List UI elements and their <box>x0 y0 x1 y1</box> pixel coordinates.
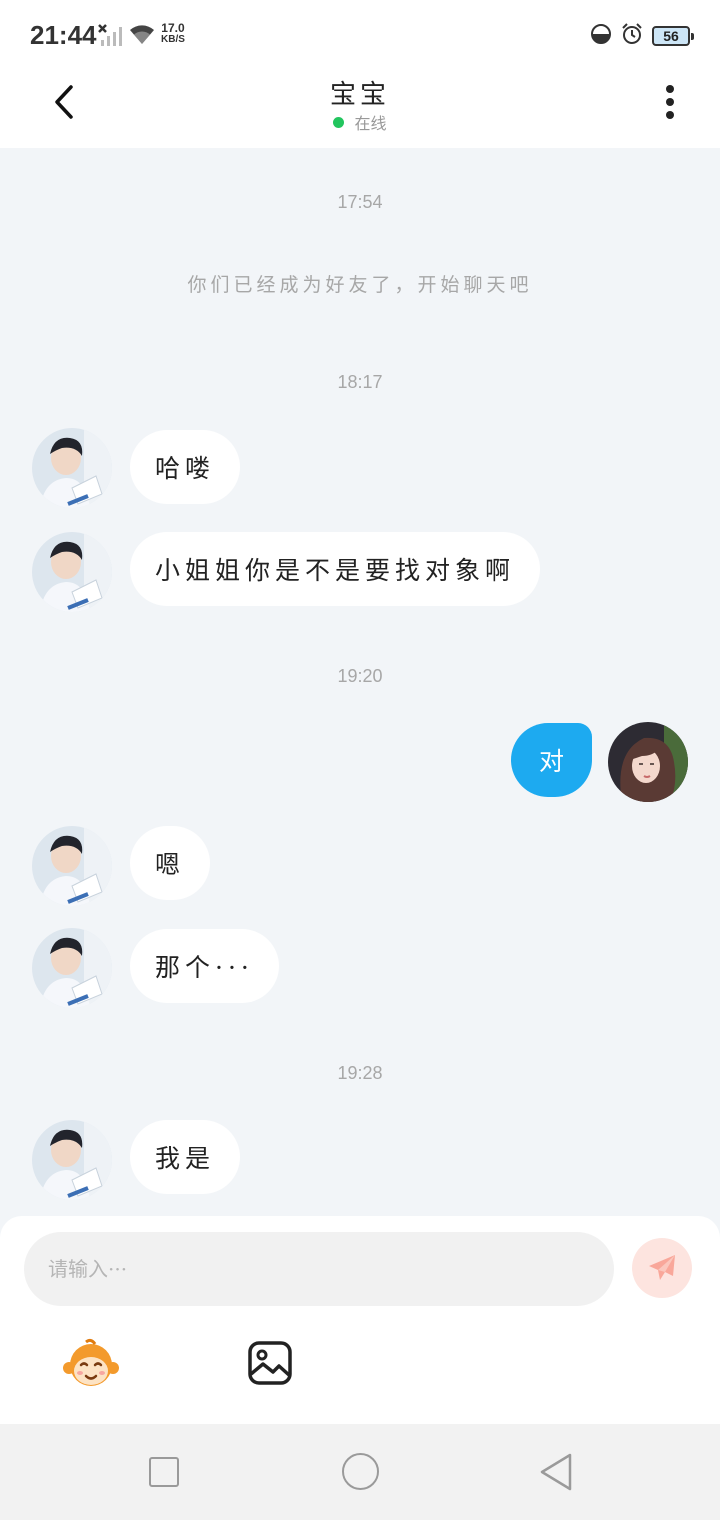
monkey-emoji-icon <box>63 1338 119 1386</box>
contact-status: 在线 <box>0 110 720 134</box>
status-bar: 21:44 17.0 KB/S 56 <box>0 0 720 72</box>
sent-message-bubble[interactable]: 对 <box>511 723 592 797</box>
timestamp: 17:54 <box>337 192 383 212</box>
chat-messages-area[interactable]: 17:54 你们已经成为好友了，开始聊天吧 18:17 哈喽 小姐姐你是不是要找 <box>0 148 720 1216</box>
received-message-bubble[interactable]: 嗯 <box>130 826 211 900</box>
home-circle-icon[interactable] <box>342 1453 379 1490</box>
received-message-bubble[interactable]: 那个··· <box>130 929 279 1003</box>
online-status-dot <box>333 116 345 128</box>
send-paper-plane-icon <box>649 1255 675 1280</box>
message-input-panel <box>0 1216 720 1424</box>
contact-name: 宝宝 <box>329 80 390 110</box>
received-message-bubble[interactable]: 我是 <box>130 1120 241 1194</box>
contact-avatar[interactable] <box>32 532 112 612</box>
message-text: 对 <box>538 747 564 776</box>
battery-level: 56 <box>663 28 679 44</box>
contact-avatar[interactable] <box>32 826 112 906</box>
no-signal-icon <box>98 24 124 52</box>
more-dots-icon <box>666 85 674 119</box>
wifi-icon <box>128 24 156 50</box>
message-input[interactable] <box>24 1232 614 1306</box>
back-triangle-icon[interactable] <box>538 1452 574 1492</box>
online-status-text: 在线 <box>354 114 387 133</box>
system-message: 你们已经成为好友了，开始聊天吧 <box>187 274 533 296</box>
received-message-bubble[interactable]: 哈喽 <box>130 430 241 504</box>
message-text: 我是 <box>155 1144 216 1173</box>
alarm-icon <box>620 22 644 50</box>
recent-apps-square-icon[interactable] <box>149 1457 179 1487</box>
battery-icon: 56 <box>652 26 694 46</box>
image-picker-button[interactable] <box>247 1340 293 1386</box>
status-right-group: 56 <box>590 22 694 50</box>
system-navigation-bar <box>0 1424 720 1520</box>
quiet-mode-icon <box>590 23 612 49</box>
timestamp: 18:17 <box>337 372 383 392</box>
image-icon <box>248 1341 292 1385</box>
timestamp: 19:20 <box>337 666 383 686</box>
network-speed: 17.0 KB/S <box>161 22 185 46</box>
network-speed-value: 17.0 <box>161 21 185 35</box>
contact-avatar[interactable] <box>32 428 112 508</box>
message-text: 哈喽 <box>155 454 216 483</box>
contact-avatar[interactable] <box>32 928 112 1008</box>
message-text: 小姐姐你是不是要找对象啊 <box>155 556 516 585</box>
timestamp: 19:28 <box>337 1063 383 1083</box>
my-avatar[interactable] <box>608 722 688 802</box>
message-text: 嗯 <box>155 850 186 879</box>
status-time: 21:44 <box>30 20 97 50</box>
more-options-button[interactable] <box>646 78 694 126</box>
network-speed-unit: KB/S <box>161 34 185 45</box>
emoji-button[interactable] <box>62 1338 120 1388</box>
chat-header: 宝宝 在线 <box>0 72 720 148</box>
send-button[interactable] <box>632 1238 692 1298</box>
received-message-bubble[interactable]: 小姐姐你是不是要找对象啊 <box>130 532 541 606</box>
contact-avatar[interactable] <box>32 1120 112 1200</box>
message-text: 那个··· <box>155 953 254 982</box>
